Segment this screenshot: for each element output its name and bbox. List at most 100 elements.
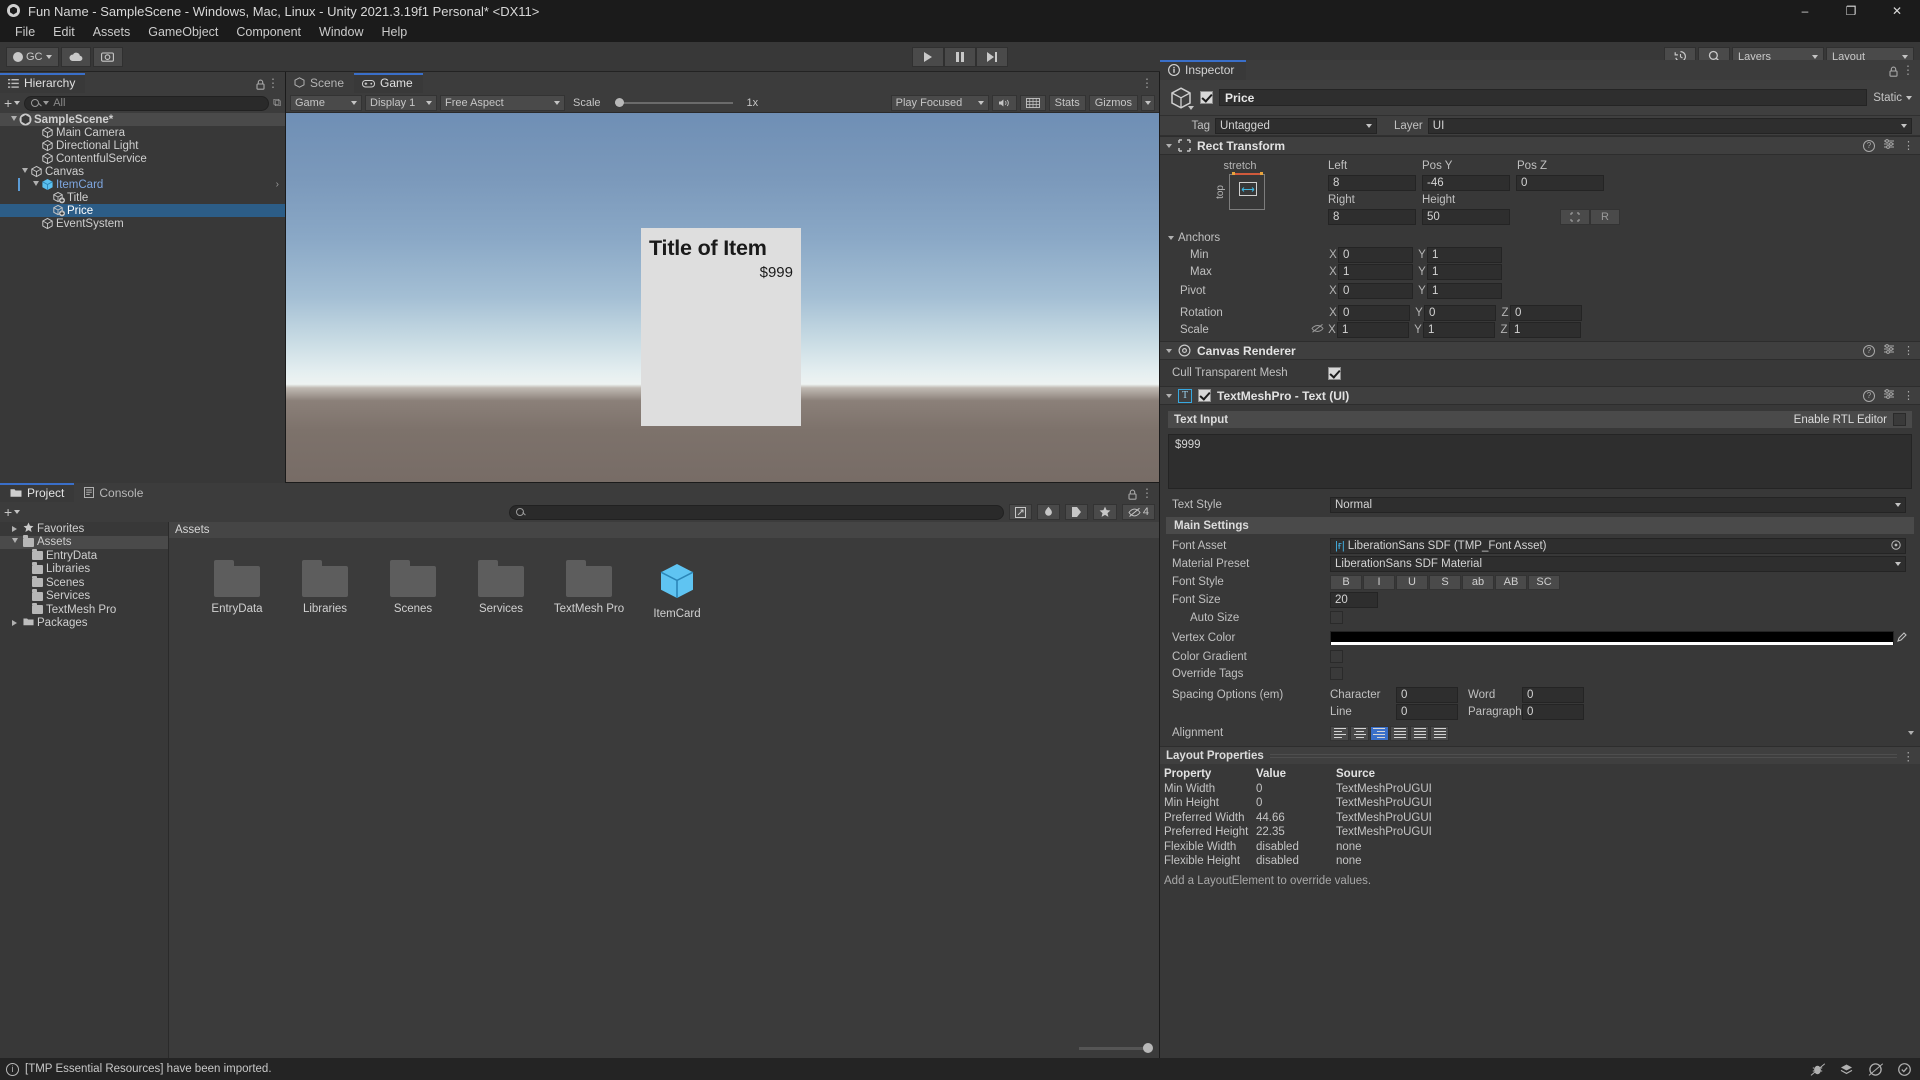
project-tree-item-textmesh-pro[interactable]: TextMesh Pro	[0, 602, 168, 617]
vertex-color-swatch[interactable]	[1330, 631, 1894, 645]
play-button[interactable]	[912, 46, 944, 67]
align-flush-button[interactable]	[1410, 725, 1429, 741]
expand-toggle[interactable]	[8, 113, 19, 126]
layer-dropdown[interactable]: UI	[1427, 117, 1912, 134]
asset-item-itemcard[interactable]: ItemCard	[633, 560, 721, 620]
chevron-down-icon[interactable]	[1188, 105, 1194, 110]
component-menu-icon[interactable]: ⋮	[1903, 139, 1914, 152]
component-menu-icon[interactable]: ⋮	[1903, 389, 1914, 402]
font-style-u-button[interactable]: U	[1396, 574, 1428, 590]
maximize-button[interactable]: ❐	[1828, 0, 1874, 22]
font-style-ab-button[interactable]: AB	[1495, 574, 1527, 590]
preset-icon[interactable]	[1883, 343, 1895, 358]
hidden-packages-button[interactable]: 4	[1121, 504, 1155, 520]
auto-size-checkbox[interactable]	[1330, 611, 1343, 624]
word-spacing-input[interactable]: 0	[1522, 686, 1584, 703]
preset-icon[interactable]	[1883, 388, 1895, 403]
tab-console[interactable]: Console	[74, 483, 153, 502]
screenshot-button[interactable]	[92, 46, 123, 67]
alignment-buttons[interactable]	[1330, 725, 1449, 741]
left-input[interactable]: 8	[1328, 174, 1416, 191]
scale-slider-handle[interactable]	[614, 98, 624, 107]
posy-input[interactable]: -46	[1422, 174, 1510, 191]
font-size-input[interactable]: 20	[1330, 592, 1378, 608]
layers-off-icon[interactable]	[1839, 1062, 1854, 1077]
tab-hierarchy[interactable]: Hierarchy	[0, 72, 86, 93]
tmp-text-header[interactable]: T TextMeshPro - Text (UI) ? ⋮	[1160, 386, 1920, 405]
project-add-button[interactable]: +	[4, 504, 21, 520]
gameobject-enabled-checkbox[interactable]	[1200, 91, 1213, 104]
favorite-filter-button[interactable]	[1092, 504, 1117, 520]
play-focus-dropdown[interactable]: Play Focused	[890, 94, 989, 111]
expand-toggle[interactable]	[9, 522, 20, 535]
rotation-z-input[interactable]: 0	[1510, 304, 1582, 321]
color-gradient-checkbox[interactable]	[1330, 650, 1343, 663]
text-style-dropdown[interactable]: Normal	[1330, 496, 1906, 513]
tag-dropdown[interactable]: Untagged	[1215, 117, 1377, 134]
expand-toggle[interactable]	[30, 178, 41, 191]
asset-grid[interactable]: EntryData Libraries Scenes Services TextMesh…	[169, 538, 1159, 620]
project-lock-icon[interactable]	[1128, 487, 1137, 503]
layout-properties-menu-icon[interactable]: ⋮	[1903, 749, 1915, 763]
hierarchy-item-contentfulservice[interactable]: ContentfulService	[0, 152, 285, 165]
close-button[interactable]: ✕	[1874, 0, 1920, 22]
rotation-x-input[interactable]: 0	[1338, 304, 1410, 321]
display-dropdown[interactable]: Display 1	[365, 94, 437, 111]
hierarchy-item-itemcard[interactable]: ItemCard ›	[0, 178, 285, 191]
paragraph-spacing-input[interactable]: 0	[1522, 703, 1584, 720]
hierarchy-search-expand-icon[interactable]: ⧉	[273, 97, 281, 110]
mute-audio-button[interactable]	[991, 94, 1017, 111]
project-content[interactable]: Assets EntryData Libraries Scenes Services T…	[169, 522, 1159, 1058]
preset-icon[interactable]	[1883, 138, 1895, 153]
asset-item-libraries[interactable]: Libraries	[281, 560, 369, 620]
stats-button[interactable]: Stats	[1048, 94, 1086, 111]
prefab-open-chevron-icon[interactable]: ›	[276, 179, 279, 190]
filter-label-button[interactable]	[1064, 504, 1088, 520]
aspect-dropdown[interactable]: Free Aspect	[440, 94, 565, 111]
align-left-button[interactable]	[1330, 725, 1349, 741]
font-asset-field[interactable]: |ғ| LiberationSans SDF (TMP_Font Asset)	[1330, 538, 1906, 554]
font-style-buttons[interactable]: B I U Sab AB SC	[1330, 574, 1561, 590]
cloud-button[interactable]	[60, 46, 91, 67]
override-tags-checkbox[interactable]	[1330, 667, 1343, 680]
scale-slider[interactable]	[614, 98, 733, 107]
help-icon[interactable]: ?	[1863, 344, 1875, 357]
step-button[interactable]	[976, 46, 1008, 67]
project-tree-item-packages[interactable]: Packages	[0, 617, 168, 631]
font-style-ab-button[interactable]: ab	[1462, 574, 1494, 590]
project-tree-item-favorites[interactable]: Favorites	[0, 522, 168, 536]
tmp-enabled-checkbox[interactable]	[1198, 389, 1211, 402]
chevron-down-icon[interactable]	[1166, 348, 1172, 353]
asset-item-textmesh-pro[interactable]: TextMesh Pro	[545, 560, 633, 620]
hierarchy-lock-icon[interactable]	[256, 77, 265, 93]
menu-help[interactable]: Help	[372, 22, 416, 42]
account-button[interactable]: GC	[6, 46, 59, 67]
hierarchy-search-input[interactable]: All	[24, 95, 270, 111]
hierarchy-item-directional-light[interactable]: Directional Light	[0, 139, 285, 152]
tab-game[interactable]: Game	[354, 72, 423, 93]
right-input[interactable]: 8	[1328, 208, 1416, 225]
canvas-renderer-header[interactable]: Canvas Renderer ? ⋮	[1160, 341, 1920, 360]
game-target-dropdown[interactable]: Game	[290, 94, 362, 111]
hierarchy-item-canvas[interactable]: Canvas	[0, 165, 285, 178]
game-view-render[interactable]: Title of Item $999	[286, 113, 1159, 482]
rotation-y-input[interactable]: 0	[1424, 304, 1496, 321]
material-preset-dropdown[interactable]: LiberationSans SDF Material	[1330, 556, 1906, 572]
project-search-input[interactable]	[508, 504, 1004, 520]
align-right-button[interactable]	[1370, 725, 1389, 741]
hierarchy-item-price[interactable]: Price	[0, 204, 285, 217]
character-spacing-input[interactable]: 0	[1396, 686, 1458, 703]
chevron-down-icon[interactable]	[1908, 731, 1914, 735]
check-circle-icon[interactable]	[1897, 1062, 1912, 1077]
raw-edit-button[interactable]: R	[1590, 208, 1620, 225]
anchor-preview[interactable]	[1229, 171, 1265, 210]
hierarchy-item-samplescene[interactable]: SampleScene*	[0, 113, 285, 126]
scale-z-input[interactable]: 1	[1509, 321, 1581, 338]
tab-scene[interactable]: Scene	[286, 72, 355, 93]
save-search-button[interactable]	[1008, 504, 1032, 520]
project-tree-item-assets[interactable]: Assets	[0, 535, 168, 549]
project-tree-item-services[interactable]: Services	[0, 589, 168, 604]
tab-inspector[interactable]: Inspector	[1160, 60, 1247, 80]
static-toggle[interactable]: Static	[1873, 92, 1912, 104]
menu-window[interactable]: Window	[310, 22, 372, 42]
